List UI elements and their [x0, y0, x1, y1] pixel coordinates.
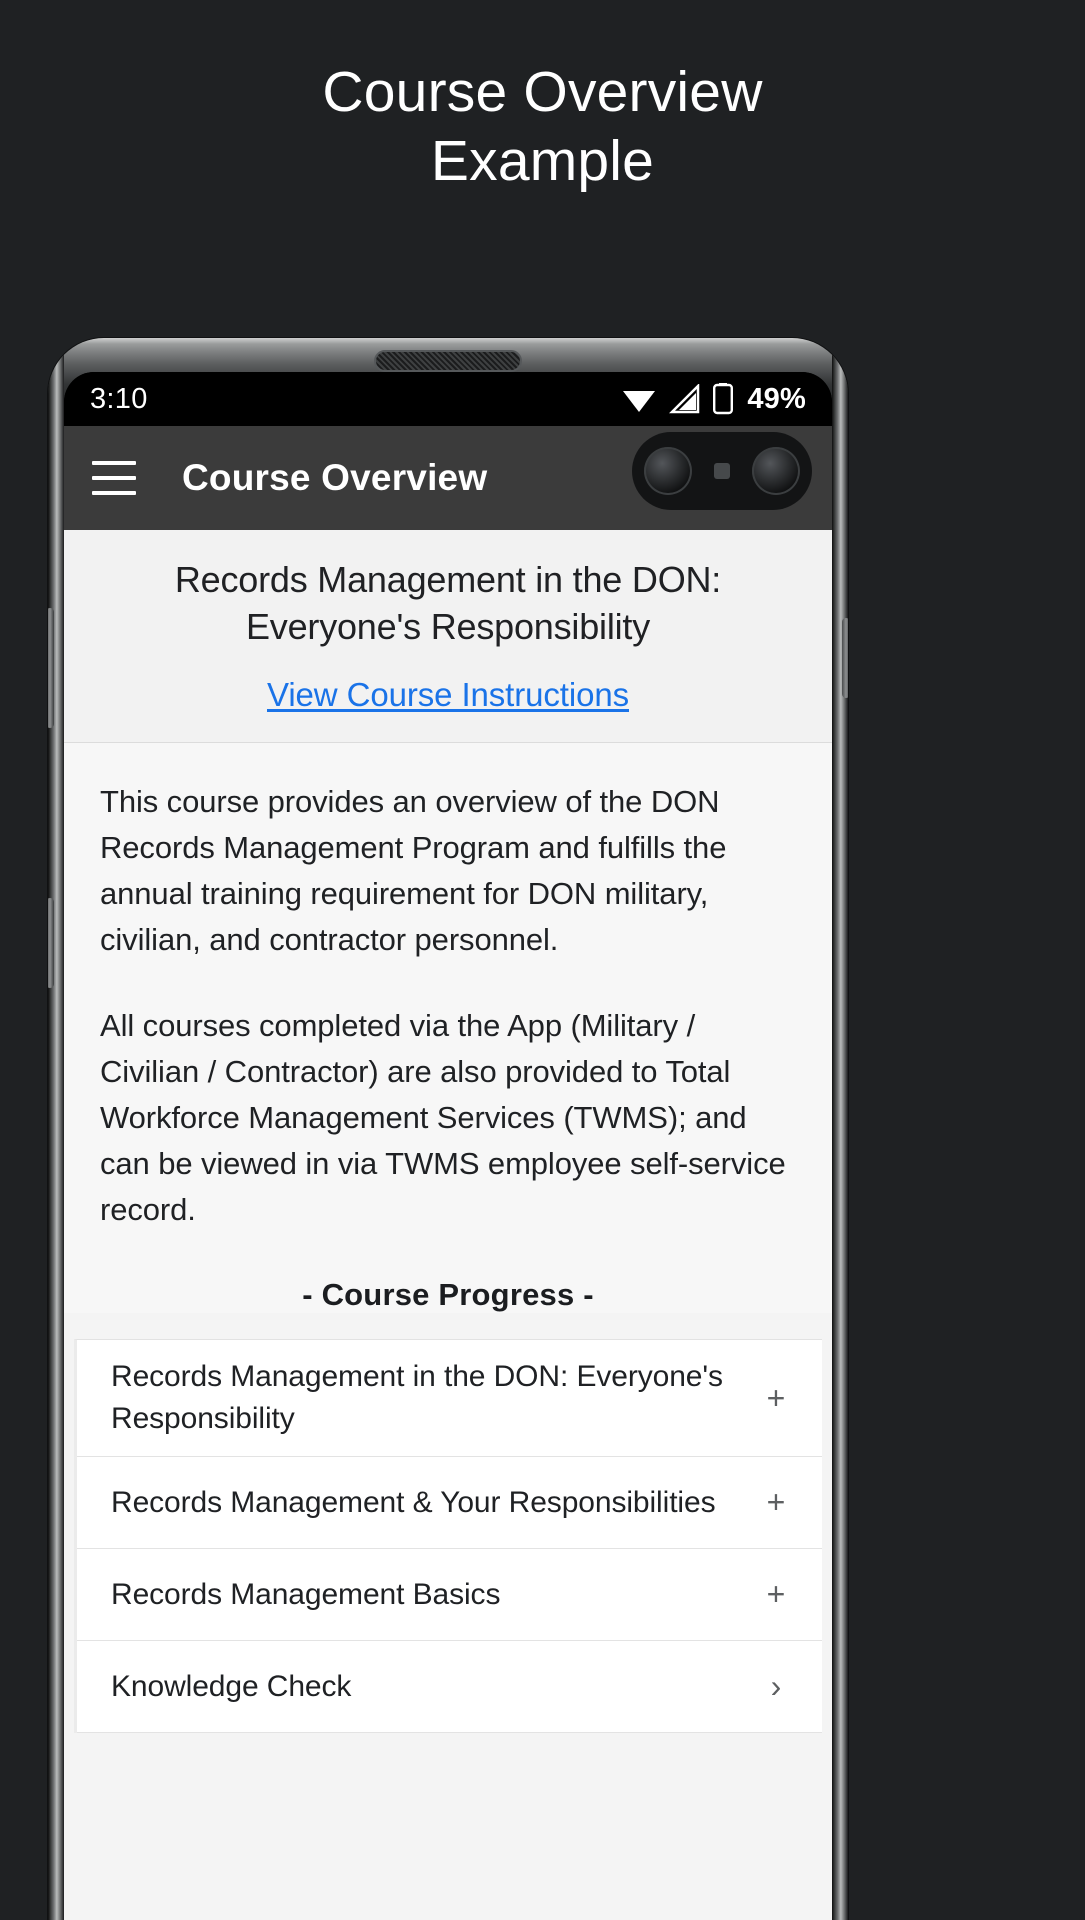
battery-percent-label: 49%	[747, 382, 806, 415]
course-progress-heading: - Course Progress -	[302, 1277, 594, 1312]
description-paragraph-2: All courses completed via the App (Milit…	[100, 1008, 786, 1227]
power-button[interactable]	[842, 618, 848, 698]
camera-island	[632, 432, 812, 510]
list-item-label: Knowledge Check	[111, 1669, 352, 1703]
course-description: This course provides an overview of the …	[64, 743, 832, 1313]
course-header: Records Management in the DON: Everyone'…	[64, 530, 832, 743]
status-bar-indicators: 49%	[621, 383, 806, 416]
status-bar-time: 3:10	[90, 382, 148, 415]
status-bar: 3:10 49%	[64, 372, 832, 426]
phone-right-rail	[832, 338, 848, 1920]
phone-left-rail	[48, 338, 64, 1920]
list-item-label: Records Management in the DON: Everyone'…	[111, 1360, 723, 1435]
page-title: Course Overview Example	[322, 60, 763, 193]
camera-lens-icon	[644, 447, 692, 495]
main-content: Records Management in the DON: Everyone'…	[64, 530, 832, 1920]
wifi-icon	[623, 391, 656, 412]
list-item-label: Records Management Basics	[111, 1577, 501, 1611]
battery-icon	[713, 383, 734, 415]
expand-icon[interactable]: +	[756, 1380, 796, 1417]
phone-mockup: 3:10 49% Course Overview Records Managem…	[48, 338, 848, 1920]
volume-button[interactable]	[48, 608, 54, 728]
list-item[interactable]: Knowledge Check ›	[77, 1641, 822, 1733]
list-item[interactable]: Records Management in the DON: Everyone'…	[77, 1340, 822, 1457]
course-progress-list: Records Management in the DON: Everyone'…	[74, 1339, 822, 1733]
description-paragraph-1: This course provides an overview of the …	[100, 784, 727, 957]
list-item-label: Records Management & Your Responsibiliti…	[111, 1485, 716, 1519]
earpiece-grille-icon	[374, 350, 522, 372]
view-course-instructions-link[interactable]: View Course Instructions	[267, 676, 629, 714]
screenshot-root: Course Overview Example 3:10 49% Course …	[0, 0, 1085, 1920]
course-title: Records Management in the DON: Everyone'…	[174, 559, 722, 647]
camera-lens-secondary-icon	[752, 447, 800, 495]
hamburger-menu-icon[interactable]	[92, 461, 136, 495]
list-item[interactable]: Records Management & Your Responsibiliti…	[77, 1457, 822, 1549]
expand-icon[interactable]: +	[756, 1576, 796, 1613]
cellular-signal-icon	[669, 384, 700, 414]
chevron-right-icon[interactable]: ›	[756, 1668, 796, 1705]
expand-icon[interactable]: +	[756, 1484, 796, 1521]
phone-screen: 3:10 49% Course Overview Records Managem…	[64, 372, 832, 1920]
volume-down-button[interactable]	[48, 898, 54, 988]
list-item[interactable]: Records Management Basics +	[77, 1549, 822, 1641]
camera-flash-icon	[714, 463, 730, 479]
app-bar-title: Course Overview	[182, 457, 488, 498]
